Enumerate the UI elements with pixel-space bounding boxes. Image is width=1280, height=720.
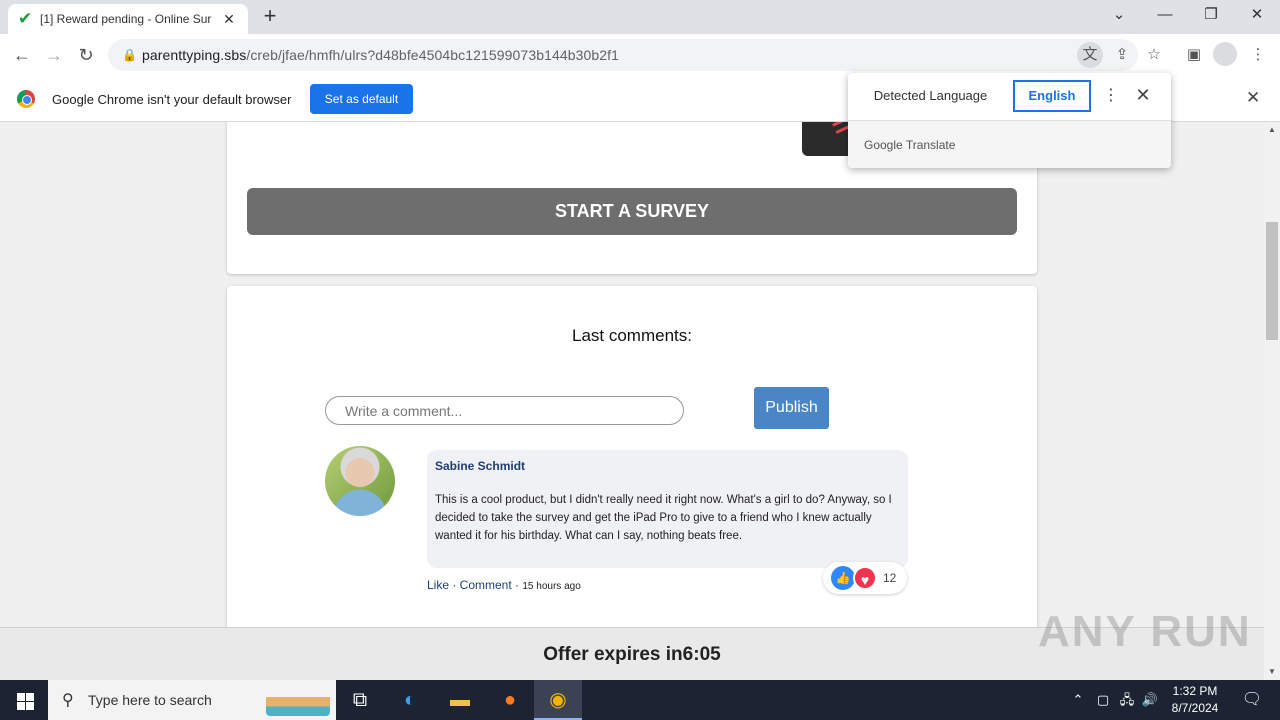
windows-start-icon[interactable] [0,680,48,720]
network-icon[interactable]: 🖧 [1116,680,1138,720]
search-icon: ⚲ [62,692,74,709]
address-bar[interactable]: 🔒 parenttyping.sbs/creb/jfae/hmfh/ulrs?d… [108,39,1138,71]
set-as-default-button[interactable]: Set as default [310,84,413,114]
watermark: ANY RUN [1038,607,1252,656]
taskbar-search-placeholder: Type here to search [88,692,212,708]
close-window-button[interactable]: ✕ [1234,0,1280,30]
lock-icon[interactable]: 🔒 [122,48,142,62]
edge-icon[interactable]: ◐ [386,680,434,720]
tray-app-icon[interactable]: ▢ [1092,680,1114,720]
browser-toolbar: ← → ↻ 🔒 parenttyping.sbs/creb/jfae/hmfh/… [0,34,1280,76]
translate-options-icon[interactable]: ⋮ [1103,85,1119,107]
translate-icon[interactable]: 文 [1077,42,1103,68]
translate-close-icon[interactable]: ✕ [1133,83,1153,107]
menu-kebab-icon[interactable]: ⋮ [1245,42,1271,68]
new-tab-button[interactable]: + [258,5,282,29]
back-icon[interactable]: ← [9,42,35,68]
profile-avatar-icon[interactable] [1213,42,1237,66]
checkmark-icon: ✔ [18,9,33,28]
volume-icon[interactable]: 🔊 [1140,680,1160,720]
tray-chevron-icon[interactable]: ⌃ [1068,680,1088,720]
clock-time: 1:32 PM [1172,684,1218,698]
english-language-tab[interactable]: English [1013,80,1091,112]
comments-title: Last comments: [572,326,692,345]
task-view-icon[interactable]: ⧉ [336,680,384,720]
side-panel-icon[interactable]: ▣ [1181,42,1207,68]
scrollbar-thumb[interactable] [1266,222,1278,340]
reload-icon[interactable]: ↻ [73,42,99,68]
url-text: parenttyping.sbs/creb/jfae/hmfh/ulrs?d48… [142,47,620,63]
taskbar-clock[interactable]: 1:32 PM 8/7/2024 [1160,683,1230,717]
comments-card: Last comments: Publish Sabine Schmidt Th… [227,286,1037,627]
minimize-button[interactable]: — [1142,0,1188,30]
avatar [325,446,395,516]
comment-text: This is a cool product, but I didn't rea… [435,494,892,542]
bookmark-star-icon[interactable]: ☆ [1141,42,1167,68]
forward-icon[interactable]: → [41,42,67,68]
browser-tab[interactable]: ✔ [1] Reward pending - Online Sur ✕ [8,4,248,34]
clock-date: 8/7/2024 [1171,701,1219,715]
close-tab-icon[interactable]: ✕ [220,11,238,28]
notification-icon[interactable]: 🗨 [1232,680,1272,720]
reaction-count: 12 [883,571,897,585]
web-page: START A SURVEY Last comments: Publish Sa… [0,122,1264,627]
restore-button[interactable]: ❐ [1188,0,1234,30]
infobar-close-icon[interactable]: ✕ [1246,88,1260,108]
heart-icon: ♥ [853,566,877,590]
browser-titlebar: ✔ [1] Reward pending - Online Sur ✕ + ⌄ … [0,0,1280,34]
reactions-badge[interactable]: 👍 ♥ 12 [823,562,907,594]
offer-timer: 6:05 [682,644,721,665]
scroll-down-icon[interactable]: ▼ [1264,664,1280,680]
start-survey-button[interactable]: START A SURVEY [247,188,1017,235]
infobar-message: Google Chrome isn't your default browser [52,92,292,107]
comment-actions: Like · Comment · 15 hours ago [427,578,581,592]
chrome-taskbar-icon[interactable]: ◉ [534,680,582,720]
publish-button[interactable]: Publish [754,387,829,429]
file-explorer-icon[interactable]: ▬ [436,680,484,720]
comment-author[interactable]: Sabine Schmidt [435,459,900,473]
taskbar-search[interactable]: ⚲ Type here to search [48,680,336,720]
detected-language-tab[interactable]: Detected Language [848,73,1013,119]
translate-popup: Detected Language English ⋮ ✕ Google Tra… [848,73,1171,168]
comment-input[interactable] [325,396,684,425]
firefox-icon[interactable]: ● [486,680,534,720]
translate-footer: Google Translate [848,120,1171,168]
scroll-up-icon[interactable]: ▲ [1264,122,1280,138]
chrome-logo-icon [17,90,35,108]
scrollbar-track[interactable] [1264,122,1280,680]
share-icon[interactable]: ⇪ [1109,42,1135,68]
search-highlight-image [266,684,330,716]
tab-title: [1] Reward pending - Online Sur [40,12,212,26]
tab-search-icon[interactable]: ⌄ [1096,0,1142,30]
windows-taskbar: ⚲ Type here to search ⧉ ◐ ▬ ● ◉ ⌃ ▢ 🖧 🔊 … [0,680,1280,720]
comment-bubble: Sabine Schmidt This is a cool product, b… [427,450,908,568]
comment-like-comment-links[interactable]: Like · Comment · [427,578,519,592]
thumbs-up-icon: 👍 [831,566,855,590]
offer-label: Offer expires in [543,644,683,665]
comment-time: 15 hours ago [522,581,581,592]
